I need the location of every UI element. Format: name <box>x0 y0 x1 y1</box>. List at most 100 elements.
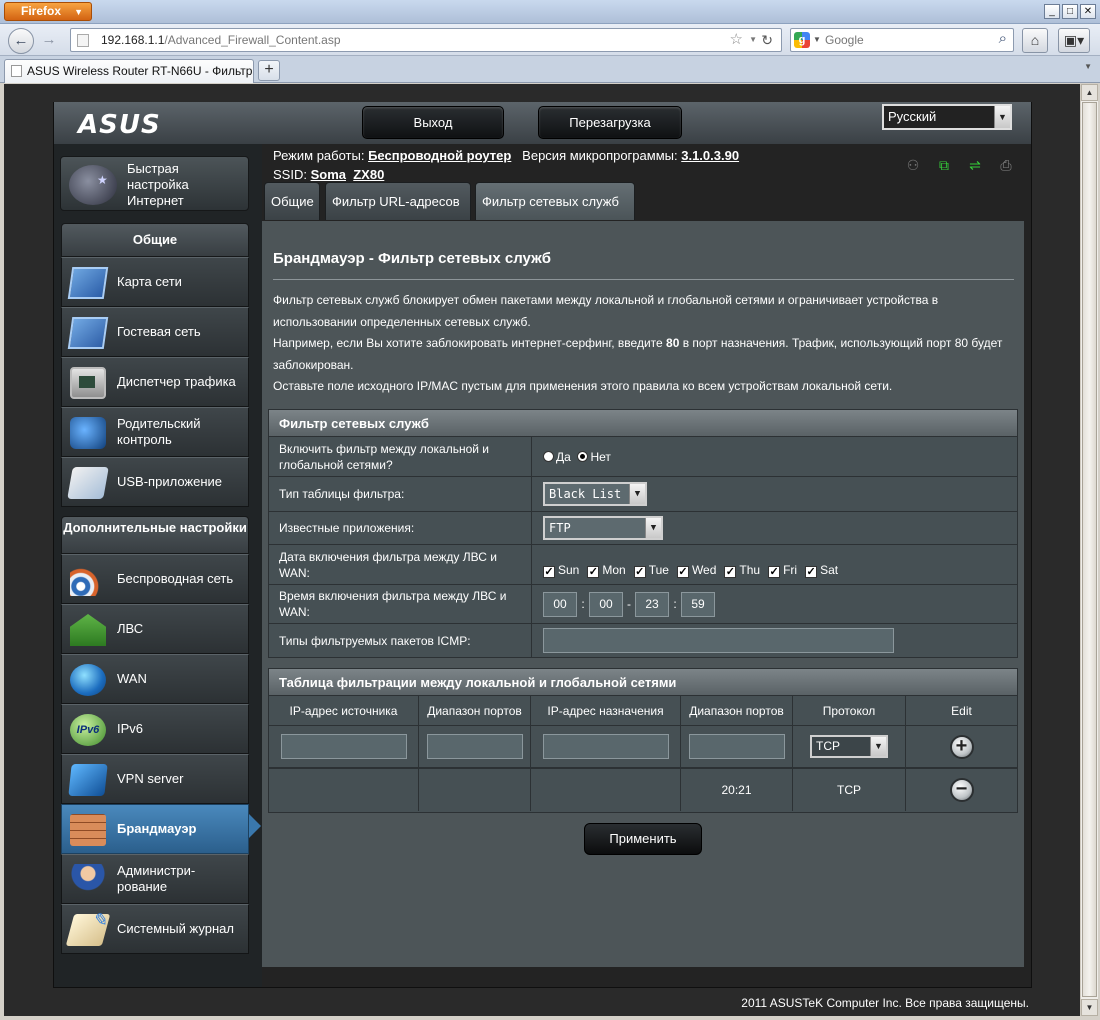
enable-filter-radios: Да Нет <box>543 437 611 476</box>
firefox-label: Firefox <box>21 4 62 18</box>
firmware-label: Версия микропрограммы: <box>522 148 678 163</box>
quick-internet-setup-button[interactable]: Быстрая настройка Интернет <box>60 156 249 211</box>
column-header: Протокол <box>793 696 906 725</box>
icmp-input[interactable] <box>543 628 894 653</box>
firefox-menu-button[interactable]: Firefox ▼ <box>4 2 92 21</box>
radio-no[interactable] <box>577 451 589 462</box>
tab-service-filter[interactable]: Фильтр сетевых служб <box>475 182 635 220</box>
traffic-manager-icon <box>70 367 106 399</box>
mode-value-link[interactable]: Беспроводной роутер <box>368 148 511 163</box>
ssid-1-link[interactable]: Soma <box>311 167 346 182</box>
day-checkbox-mon[interactable]: ✓ <box>587 566 600 578</box>
day-label: Fri <box>783 563 798 577</box>
end-hour-input[interactable]: 23 <box>635 591 669 617</box>
filter-time-inputs: 00: 00- 23: 59 <box>543 585 715 623</box>
sidebar-item-label: Брандмауэр <box>117 821 197 836</box>
reboot-button[interactable]: Перезагрузка <box>538 106 682 139</box>
url-host: 192.168.1.1 <box>101 33 165 47</box>
end-minute-input[interactable]: 59 <box>681 591 715 617</box>
usb-status-icon[interactable]: ⇌ <box>966 158 984 173</box>
page-scrollbar[interactable]: ▲ ▼ <box>1080 84 1098 1016</box>
forward-button[interactable]: → <box>36 28 62 54</box>
radio-yes-label: Да <box>556 449 571 464</box>
new-src-ip-input[interactable] <box>280 734 407 759</box>
scroll-up-icon[interactable]: ▲ <box>1081 84 1098 101</box>
day-tue: ✓ Tue <box>633 563 669 578</box>
sidebar-item-firewall[interactable]: Брандмауэр <box>61 804 249 854</box>
firmware-value-link[interactable]: 3.1.0.3.90 <box>681 148 739 163</box>
delete-rule-button[interactable]: − <box>949 778 974 802</box>
sidebar-item-wan[interactable]: WAN <box>61 654 249 704</box>
sidebar-item-traffic-manager[interactable]: Диспетчер трафика <box>61 357 249 407</box>
back-button[interactable]: ← <box>8 28 34 54</box>
addon-button[interactable]: ▣▾ <box>1058 28 1090 53</box>
desc-2-start: Например, если Вы хотите заблокировать и… <box>273 336 667 350</box>
reload-icon[interactable]: ↻ <box>761 29 773 51</box>
sidebar-item-network-map[interactable]: Карта сети <box>61 257 249 307</box>
maximize-button[interactable]: □ <box>1062 4 1078 19</box>
sidebar-item-label: USB-приложение <box>117 474 223 489</box>
close-window-button[interactable]: ✕ <box>1080 4 1096 19</box>
apply-button[interactable]: Применить <box>584 823 702 855</box>
home-button[interactable]: ⌂ <box>1022 28 1048 53</box>
day-checkbox-sun[interactable]: ✓ <box>543 566 555 578</box>
sidebar-item-label: Родительский контроль <box>117 416 201 447</box>
add-rule-button[interactable]: + <box>949 734 974 759</box>
sidebar-item-ipv6[interactable]: IPv6 IPv6 <box>61 704 249 754</box>
browser-tab[interactable]: ASUS Wireless Router RT-N66U - Фильтр се… <box>4 59 254 83</box>
sidebar-item-parental-control[interactable]: Родительский контроль <box>61 407 249 457</box>
sidebar-item-wireless[interactable]: Беспроводная сеть <box>61 554 249 604</box>
filter-section-header: Фильтр сетевых служб <box>268 409 1018 437</box>
asus-logo: ASUS <box>78 110 161 140</box>
filter-days-row: Дата включения фильтра между ЛВС и WAN: … <box>268 545 1018 585</box>
start-hour-input[interactable]: 00 <box>543 591 577 617</box>
new-dst-ports-input[interactable] <box>688 734 785 759</box>
scroll-thumb[interactable] <box>1082 102 1097 997</box>
new-protocol-select[interactable]: TCP ▼ <box>810 735 888 758</box>
clients-status-icon[interactable]: ⚇ <box>904 158 922 173</box>
radio-yes[interactable] <box>543 451 554 462</box>
day-checkbox-sat[interactable]: ✓ <box>805 566 818 578</box>
sidebar-item-usb-application[interactable]: USB-приложение <box>61 457 249 507</box>
new-src-ip-cell <box>269 726 419 767</box>
sidebar-item-label: VPN server <box>117 771 184 786</box>
ssid-2-link[interactable]: ZX80 <box>353 167 384 182</box>
language-select[interactable]: Русский ▼ <box>882 104 1012 130</box>
filter-time-row: Время включения фильтра между ЛВС и WAN:… <box>268 585 1018 624</box>
icmp-row: Типы фильтруемых пакетов ICMP: <box>268 624 1018 658</box>
bookmark-star-icon[interactable]: ☆ <box>730 29 743 51</box>
start-minute-input[interactable]: 00 <box>589 591 623 617</box>
known-apps-select[interactable]: FTP ▼ <box>543 516 663 540</box>
search-input[interactable]: g ▼ Google ⌕ <box>790 28 1014 52</box>
logout-button[interactable]: Выход <box>362 106 504 139</box>
sidebar-item-lan[interactable]: ЛВС <box>61 604 249 654</box>
engine-dropdown-icon[interactable]: ▼ <box>813 29 821 51</box>
day-checkbox-tue[interactable]: ✓ <box>633 566 646 578</box>
tab-general[interactable]: Общие <box>264 182 320 220</box>
sidebar-item-label: Гостевая сеть <box>117 324 201 339</box>
network-status-icon[interactable]: ⧉ <box>935 158 953 173</box>
new-src-ports-input[interactable] <box>426 734 523 759</box>
tab-list-dropdown-icon[interactable]: ▼ <box>1084 62 1092 71</box>
sidebar-item-vpn[interactable]: VPN server <box>61 754 249 804</box>
url-dropdown-icon[interactable]: ▼ <box>749 29 757 51</box>
new-dst-ip-input[interactable] <box>542 734 669 759</box>
sidebar-item-system-log[interactable]: Системный журнал <box>61 904 249 954</box>
sidebar-item-guest-network[interactable]: Гостевая сеть <box>61 307 249 357</box>
printer-status-icon[interactable]: ⎙ <box>997 158 1015 173</box>
day-checkbox-thu[interactable]: ✓ <box>724 566 737 578</box>
url-path: /Advanced_Firewall_Content.asp <box>164 33 341 47</box>
scroll-down-icon[interactable]: ▼ <box>1081 999 1098 1016</box>
search-icon[interactable]: ⌕ <box>999 28 1007 50</box>
minimize-button[interactable]: _ <box>1044 4 1060 19</box>
address-bar[interactable]: 192.168.1.1/Advanced_Firewall_Content.as… <box>70 28 782 52</box>
table-type-select[interactable]: Black List ▼ <box>543 482 647 506</box>
cell-protocol: TCP <box>793 769 906 811</box>
sidebar-item-administration[interactable]: Администри-рование <box>61 854 249 904</box>
day-checkbox-fri[interactable]: ✓ <box>768 566 781 578</box>
day-label: Sun <box>558 563 580 577</box>
tab-url-filter[interactable]: Фильтр URL-адресов <box>325 182 471 220</box>
day-checkbox-wed[interactable]: ✓ <box>676 566 689 578</box>
parental-control-icon <box>70 417 106 449</box>
new-tab-button[interactable]: + <box>258 60 280 81</box>
